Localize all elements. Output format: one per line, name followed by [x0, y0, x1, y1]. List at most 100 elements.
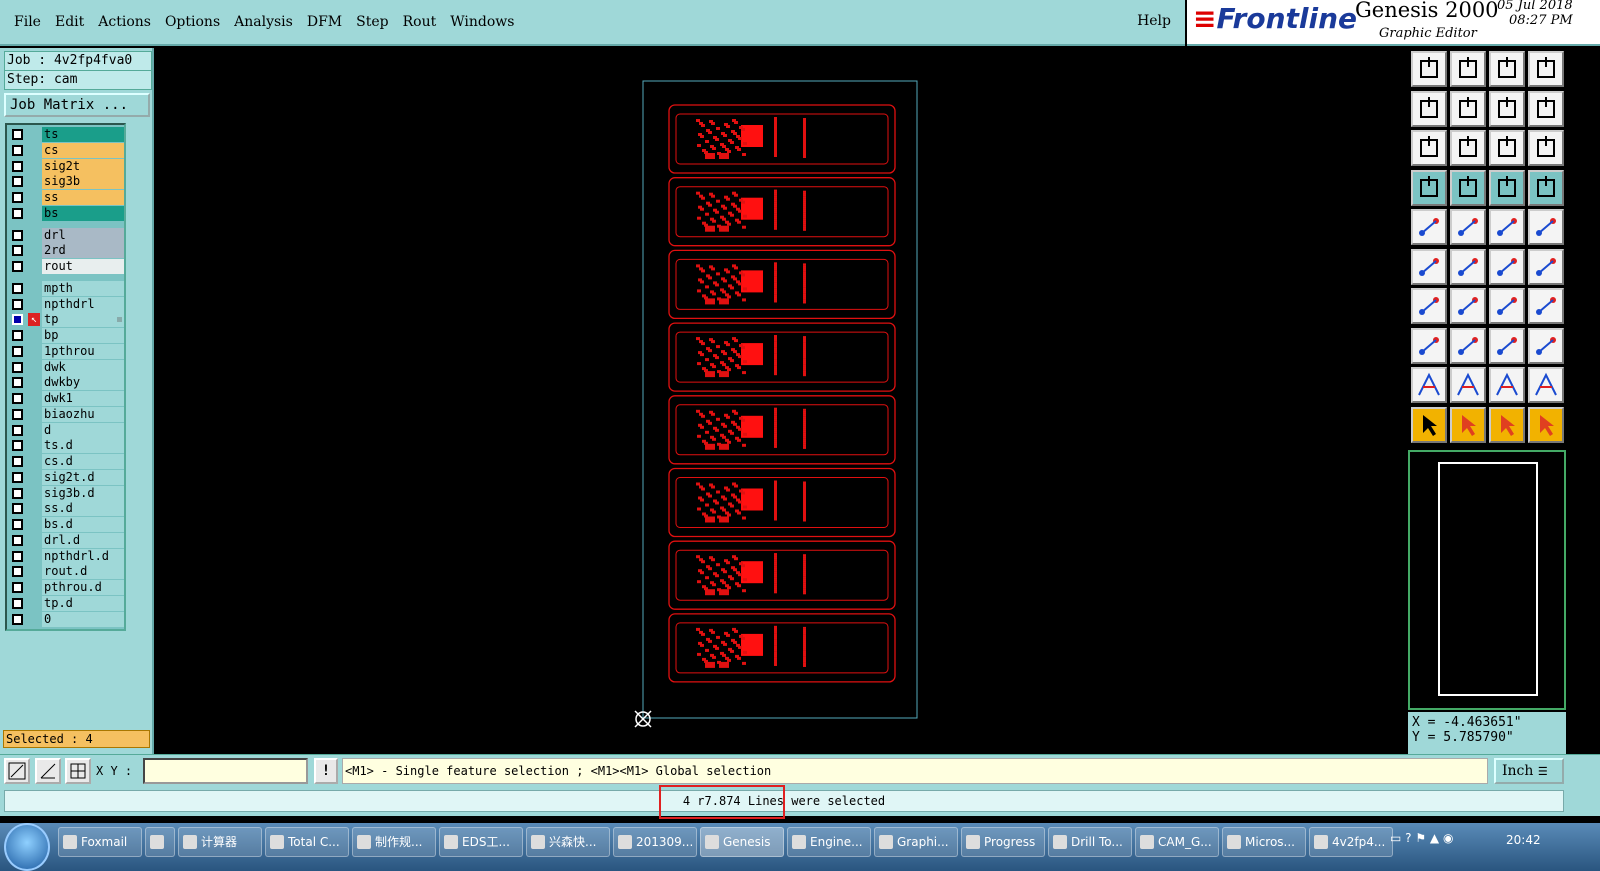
layer-checkbox[interactable] [12, 192, 23, 203]
group-icon[interactable] [1528, 327, 1564, 364]
select-arrow-icon[interactable] [1411, 406, 1447, 443]
menu-file[interactable]: File [14, 14, 41, 30]
layer-checkbox[interactable] [12, 314, 23, 326]
layer-name[interactable]: 2rd [42, 243, 124, 259]
taskbar-item[interactable]: 兴森快... [526, 827, 610, 857]
taskbar-item[interactable]: Micros... [1222, 827, 1306, 857]
layer-row-tp-d[interactable]: tp.d [7, 595, 124, 611]
ruler-icon[interactable] [1489, 209, 1525, 245]
layer-name[interactable]: ts.d [42, 438, 124, 454]
layer-name[interactable]: rout.d [42, 564, 124, 580]
taskbar-item[interactable]: EDS工... [439, 827, 523, 857]
layer-row-sig3b[interactable]: sig3b [7, 174, 124, 190]
layer-name[interactable]: biaozhu [42, 406, 124, 422]
taskbar-item[interactable]: Foxmail [58, 827, 142, 857]
layer-name[interactable]: pthrou.d [42, 580, 124, 595]
layer-name[interactable]: tp.d [42, 595, 124, 611]
layer-row-sig2t-d[interactable]: sig2t.d [7, 469, 124, 485]
system-tray[interactable]: ▭ ? ⚑ ▲ ◉ [1390, 831, 1453, 845]
layer-checkbox[interactable] [12, 377, 23, 389]
layer-name[interactable]: dwk [42, 359, 124, 375]
layer-row-sig3b-d[interactable]: sig3b.d [7, 485, 124, 501]
layer-checkbox[interactable] [12, 503, 23, 515]
layer-name[interactable]: sig3b.d [42, 485, 124, 501]
layer-name[interactable]: bp [42, 328, 124, 343]
unit-selector[interactable]: Inch ☰ [1494, 758, 1564, 784]
menu-help[interactable]: Help [1137, 13, 1171, 29]
taskbar-item[interactable]: Drill To... [1048, 827, 1132, 857]
layer-name[interactable]: ts [42, 127, 124, 142]
layer-name[interactable]: ss.d [42, 501, 124, 517]
layer-row-biaozhu[interactable]: biaozhu [7, 406, 124, 422]
layer-checkbox[interactable] [12, 245, 23, 257]
layer-name[interactable]: bs.d [42, 517, 124, 532]
layer-checkbox[interactable] [12, 582, 23, 593]
layer-name[interactable]: d [42, 422, 124, 438]
taskbar-item[interactable]: Genesis [700, 827, 784, 857]
ratio-icon[interactable] [1489, 130, 1525, 166]
layer-row-2rd[interactable]: 2rd [7, 243, 124, 259]
layer-row-cs-d[interactable]: cs.d [7, 454, 124, 469]
layer-checkbox[interactable] [12, 487, 23, 499]
fit-window-icon[interactable] [1528, 51, 1564, 87]
taskbar-item[interactable]: 4v2fp4... [1309, 827, 1393, 857]
layer-name[interactable]: sig2t [42, 158, 124, 174]
layer-name[interactable]: ss [42, 190, 124, 205]
menu-actions[interactable]: Actions [98, 14, 151, 30]
layer-checkbox[interactable] [12, 176, 23, 188]
layer-name[interactable]: drl.d [42, 532, 124, 548]
layer-row-bp[interactable]: bp [7, 328, 124, 343]
overview-map[interactable] [1408, 450, 1566, 710]
text-large-icon[interactable] [1489, 367, 1525, 403]
layer-name[interactable]: mpth [42, 280, 124, 296]
layer-name[interactable]: npthdrl.d [42, 548, 124, 564]
layer-checkbox[interactable] [12, 519, 23, 530]
text-medium-icon[interactable] [1450, 367, 1486, 403]
layer-row-npthdrl-d[interactable]: npthdrl.d [7, 548, 124, 564]
layer-row-drl-d[interactable]: drl.d [7, 532, 124, 548]
pcb-drawing[interactable] [156, 48, 1408, 754]
layer-row-ts[interactable]: ts [7, 127, 124, 142]
layer-name[interactable]: sig3b [42, 174, 124, 190]
layer-checkbox[interactable] [12, 534, 23, 546]
draw-line-icon[interactable] [1411, 288, 1447, 324]
layer-name[interactable]: npthdrl [42, 296, 124, 312]
taskbar-item[interactable]: CAM_G... [1135, 827, 1219, 857]
zoom-home-icon[interactable] [1411, 51, 1447, 87]
layer-row-dwk1[interactable]: dwk1 [7, 391, 124, 406]
taskbar-item[interactable]: 201309... [613, 827, 697, 857]
text-rotate-icon[interactable] [1528, 367, 1564, 403]
layer-row-ss-d[interactable]: ss.d [7, 501, 124, 517]
layer-row-0[interactable]: 0 [7, 611, 124, 627]
layer-checkbox[interactable] [12, 393, 23, 404]
layer-checkbox[interactable] [12, 345, 23, 357]
layer-checkbox[interactable] [12, 361, 23, 373]
layer-name[interactable]: dwkby [42, 375, 124, 391]
layer-checkbox[interactable] [12, 456, 23, 467]
exclamation-button[interactable]: ! [314, 758, 338, 784]
layer-checkbox[interactable] [12, 298, 23, 310]
graphic-canvas[interactable] [156, 48, 1408, 754]
pan-right-icon[interactable] [1450, 90, 1486, 127]
layer-row-1pthrou[interactable]: 1pthrou [7, 343, 124, 359]
select-cursor-icon[interactable] [1489, 406, 1525, 443]
layer-checkbox[interactable] [12, 160, 23, 172]
menu-analysis[interactable]: Analysis [234, 14, 293, 30]
taskbar-item[interactable]: Engine... [787, 827, 871, 857]
layer-name[interactable]: tp [42, 312, 124, 328]
layer-checkbox[interactable] [12, 471, 23, 483]
fit-profile-icon[interactable] [1450, 130, 1486, 166]
layer-checkbox[interactable] [12, 261, 23, 272]
pad-tool-icon[interactable] [1411, 327, 1447, 364]
layer-checkbox[interactable] [12, 229, 23, 241]
connect-icon[interactable] [1450, 169, 1486, 206]
layer-checkbox[interactable] [12, 129, 23, 140]
layer-row-d[interactable]: d [7, 422, 124, 438]
layer-name[interactable]: 0 [42, 611, 124, 627]
layer-checkbox[interactable] [12, 207, 23, 219]
pan-left-icon[interactable] [1411, 90, 1447, 127]
layer-row-pthrou-d[interactable]: pthrou.d [7, 580, 124, 595]
layer-checkbox[interactable] [12, 408, 23, 420]
job-matrix-button[interactable]: Job Matrix ... [4, 93, 150, 117]
fit-all-icon[interactable] [1411, 130, 1447, 166]
